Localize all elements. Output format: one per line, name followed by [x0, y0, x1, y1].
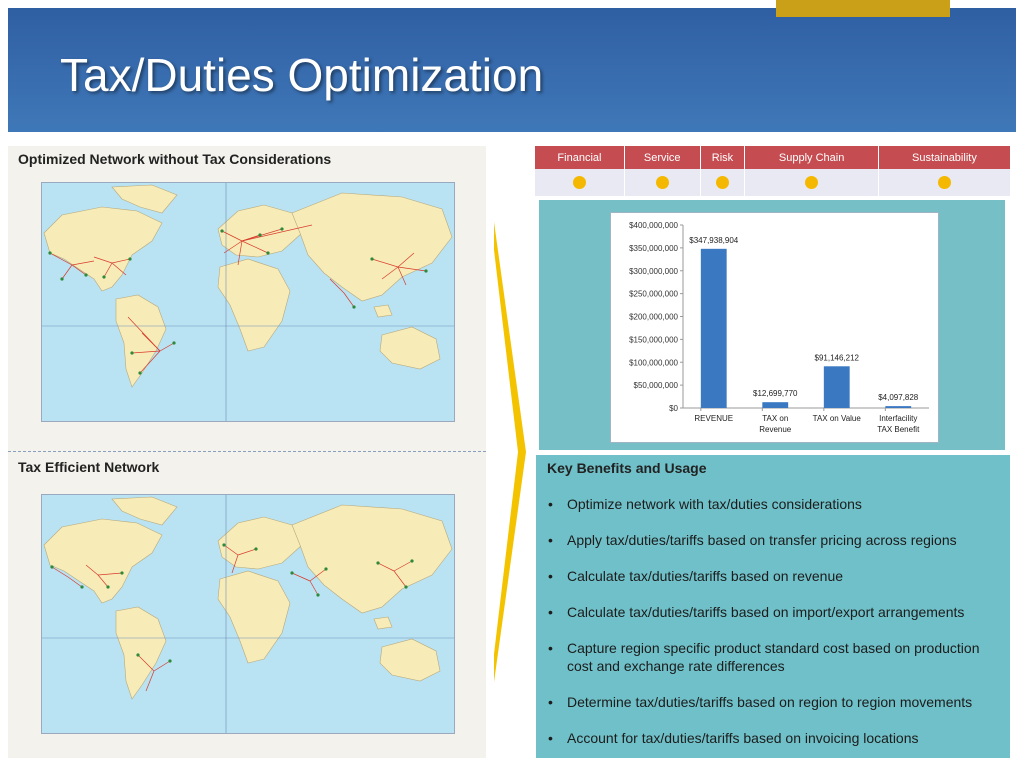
benefits-list: Optimize network with tax/duties conside… — [544, 495, 1004, 765]
status-cell — [700, 169, 746, 196]
tax-bar-chart: $0 $50,000,000 $100,000,000 $150,000,000 $20… — [610, 212, 939, 443]
chevron-arrow-icon — [494, 222, 526, 682]
benefit-item: Determine tax/duties/tariffs based on re… — [544, 693, 1004, 711]
status-dot-icon — [655, 176, 669, 189]
tax-efficient-network-label: Tax Efficient Network — [18, 459, 160, 475]
y-tick-label: $50,000,000 — [634, 381, 679, 390]
header-banner: Tax/Duties Optimization — [8, 8, 1016, 132]
benefits-panel: Key Benefits and Usage Optimize network … — [536, 455, 1010, 758]
bar — [885, 406, 912, 408]
x-category-label: TAX on Value — [813, 414, 862, 423]
network-map-without-tax — [41, 182, 455, 422]
x-category-label: Revenue — [759, 425, 792, 434]
y-tick-label: $250,000,000 — [629, 290, 678, 299]
x-category-label: TAX on — [762, 414, 788, 423]
chart-panel: $0 $50,000,000 $100,000,000 $150,000,000 $20… — [539, 200, 1005, 450]
status-dot-icon — [572, 176, 586, 189]
status-dot-icon — [937, 176, 951, 189]
y-tick-label: $100,000,000 — [629, 358, 678, 367]
data-label: $347,938,904 — [689, 236, 738, 245]
benefits-title: Key Benefits and Usage — [547, 460, 707, 476]
category-service: Service — [624, 146, 701, 169]
benefit-item: Calculate tax/duties/tariffs based on im… — [544, 603, 1004, 621]
data-label: $4,097,828 — [878, 393, 919, 402]
evaluation-category-table: Financial Service Risk Supply Chain Sust… — [535, 146, 1012, 196]
status-cell — [624, 169, 701, 196]
y-tick-label: $400,000,000 — [629, 221, 678, 230]
panel-divider — [8, 451, 486, 452]
bar-chart-svg: $0 $50,000,000 $100,000,000 $150,000,000 $20… — [629, 221, 929, 434]
status-cell — [744, 169, 879, 196]
y-tick-label: $0 — [669, 404, 678, 413]
category-financial: Financial — [535, 146, 625, 169]
x-category-label: Interfacility — [879, 414, 917, 423]
status-dot-icon — [805, 176, 819, 189]
slide-title: Tax/Duties Optimization — [60, 49, 544, 101]
benefit-item: Account for tax/duties/tariffs based on … — [544, 729, 1004, 747]
bar — [762, 402, 789, 408]
benefit-item: Calculate tax/duties/tariffs based on re… — [544, 567, 1004, 585]
y-tick-label: $300,000,000 — [629, 267, 678, 276]
status-dot-icon — [716, 176, 729, 189]
accent-tab — [776, 0, 950, 17]
data-label: $12,699,770 — [753, 389, 798, 398]
status-cell — [878, 169, 1012, 196]
y-tick-label: $200,000,000 — [629, 313, 678, 322]
y-tick-label: $150,000,000 — [629, 335, 678, 344]
bar — [700, 248, 727, 408]
bar — [823, 366, 850, 408]
tax-efficient-network-map — [41, 494, 455, 734]
x-category-label: REVENUE — [694, 414, 733, 423]
benefit-item: Apply tax/duties/tariffs based on transf… — [544, 531, 1004, 549]
optimized-network-label: Optimized Network without Tax Considerat… — [18, 151, 332, 167]
data-label: $91,146,212 — [815, 353, 860, 362]
benefit-item: Capture region specific product standard… — [544, 639, 1004, 675]
status-cell — [535, 169, 625, 196]
benefit-item: Optimize network with tax/duties conside… — [544, 495, 1004, 513]
category-sustainability: Sustainability — [878, 146, 1012, 169]
category-supply-chain: Supply Chain — [744, 146, 879, 169]
x-category-label: TAX Benefit — [877, 425, 920, 434]
category-risk: Risk — [700, 146, 746, 169]
y-tick-label: $350,000,000 — [629, 244, 678, 253]
